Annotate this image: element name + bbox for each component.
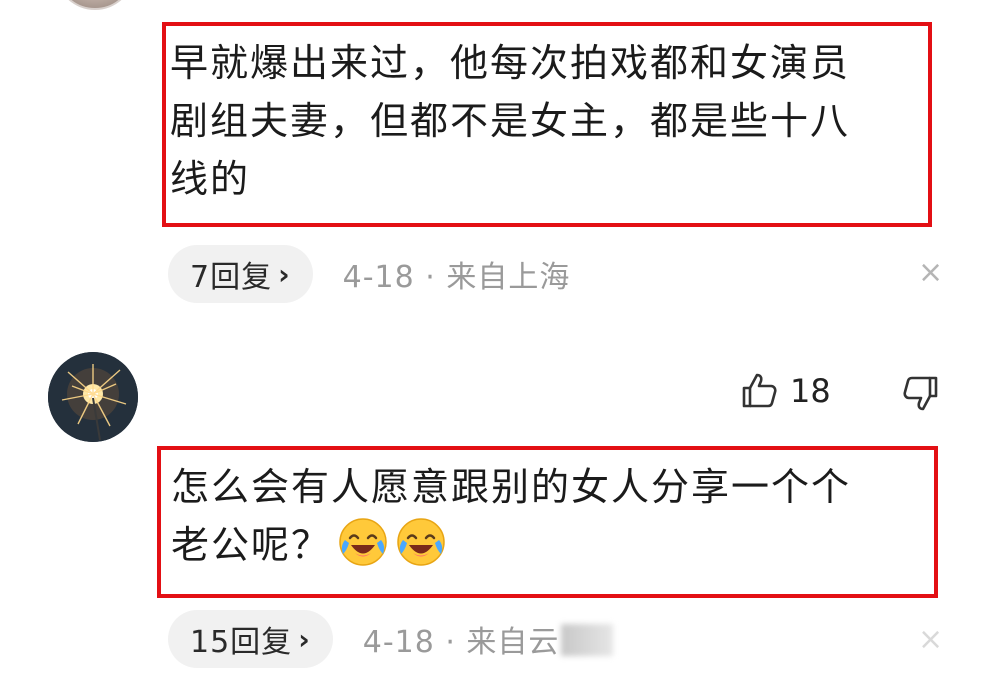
like-count: 18 (790, 372, 831, 410)
comment-text: 怎么会有人愿意跟别的女人分享一个个 老公呢？ (165, 458, 934, 574)
comment-text: 早就爆出来过，他每次拍戏都和女演员 剧组夫妻，但都不是女主，都是些十八 线的 (170, 41, 851, 201)
laugh-cry-emoji (395, 516, 447, 568)
comment-date-location: 4-18 · 来自云 (363, 617, 614, 661)
like-button[interactable]: 18 (738, 370, 831, 412)
comment-date-location-text: 4-18 · 来自云 (362, 625, 560, 660)
comment-date-location: 4-18 · 来自上海 (342, 260, 571, 295)
thumbs-down-icon (903, 376, 938, 411)
comment-meta-row: 7回复 › 4-18 · 来自上海 (168, 245, 570, 303)
thumbs-up-icon (738, 370, 780, 412)
comment-highlight-box: 早就爆出来过，他每次拍戏都和女演员 剧组夫妻，但都不是女主，都是些十八 线的 (162, 22, 932, 227)
dislike-button[interactable] (900, 372, 942, 414)
chevron-right-icon: › (298, 622, 311, 656)
close-icon[interactable]: × (918, 622, 943, 657)
laugh-cry-emoji (337, 516, 389, 568)
comment-highlight-box: 怎么会有人愿意跟别的女人分享一个个 老公呢？ (157, 446, 938, 598)
comment-feed: 早就爆出来过，他每次拍戏都和女演员 剧组夫妻，但都不是女主，都是些十八 线的 7… (0, 0, 1000, 681)
reply-count-button[interactable]: 7回复 › (168, 245, 313, 303)
blurred-text (561, 624, 614, 656)
reply-count-button[interactable]: 15回复 › (168, 610, 333, 668)
reply-count-label: 7回复 (190, 260, 273, 295)
reply-count-label: 15回复 (190, 625, 293, 660)
comment-text-body: 怎么会有人愿意跟别的女人分享一个个 老公呢？ (171, 465, 852, 567)
avatar[interactable] (55, 0, 135, 10)
avatar[interactable] (48, 352, 138, 442)
chevron-right-icon: › (278, 257, 291, 291)
comment-meta-row: 15回复 › 4-18 · 来自云 (168, 610, 614, 668)
sparkler-avatar-image (48, 352, 138, 442)
close-icon[interactable]: × (918, 255, 943, 290)
